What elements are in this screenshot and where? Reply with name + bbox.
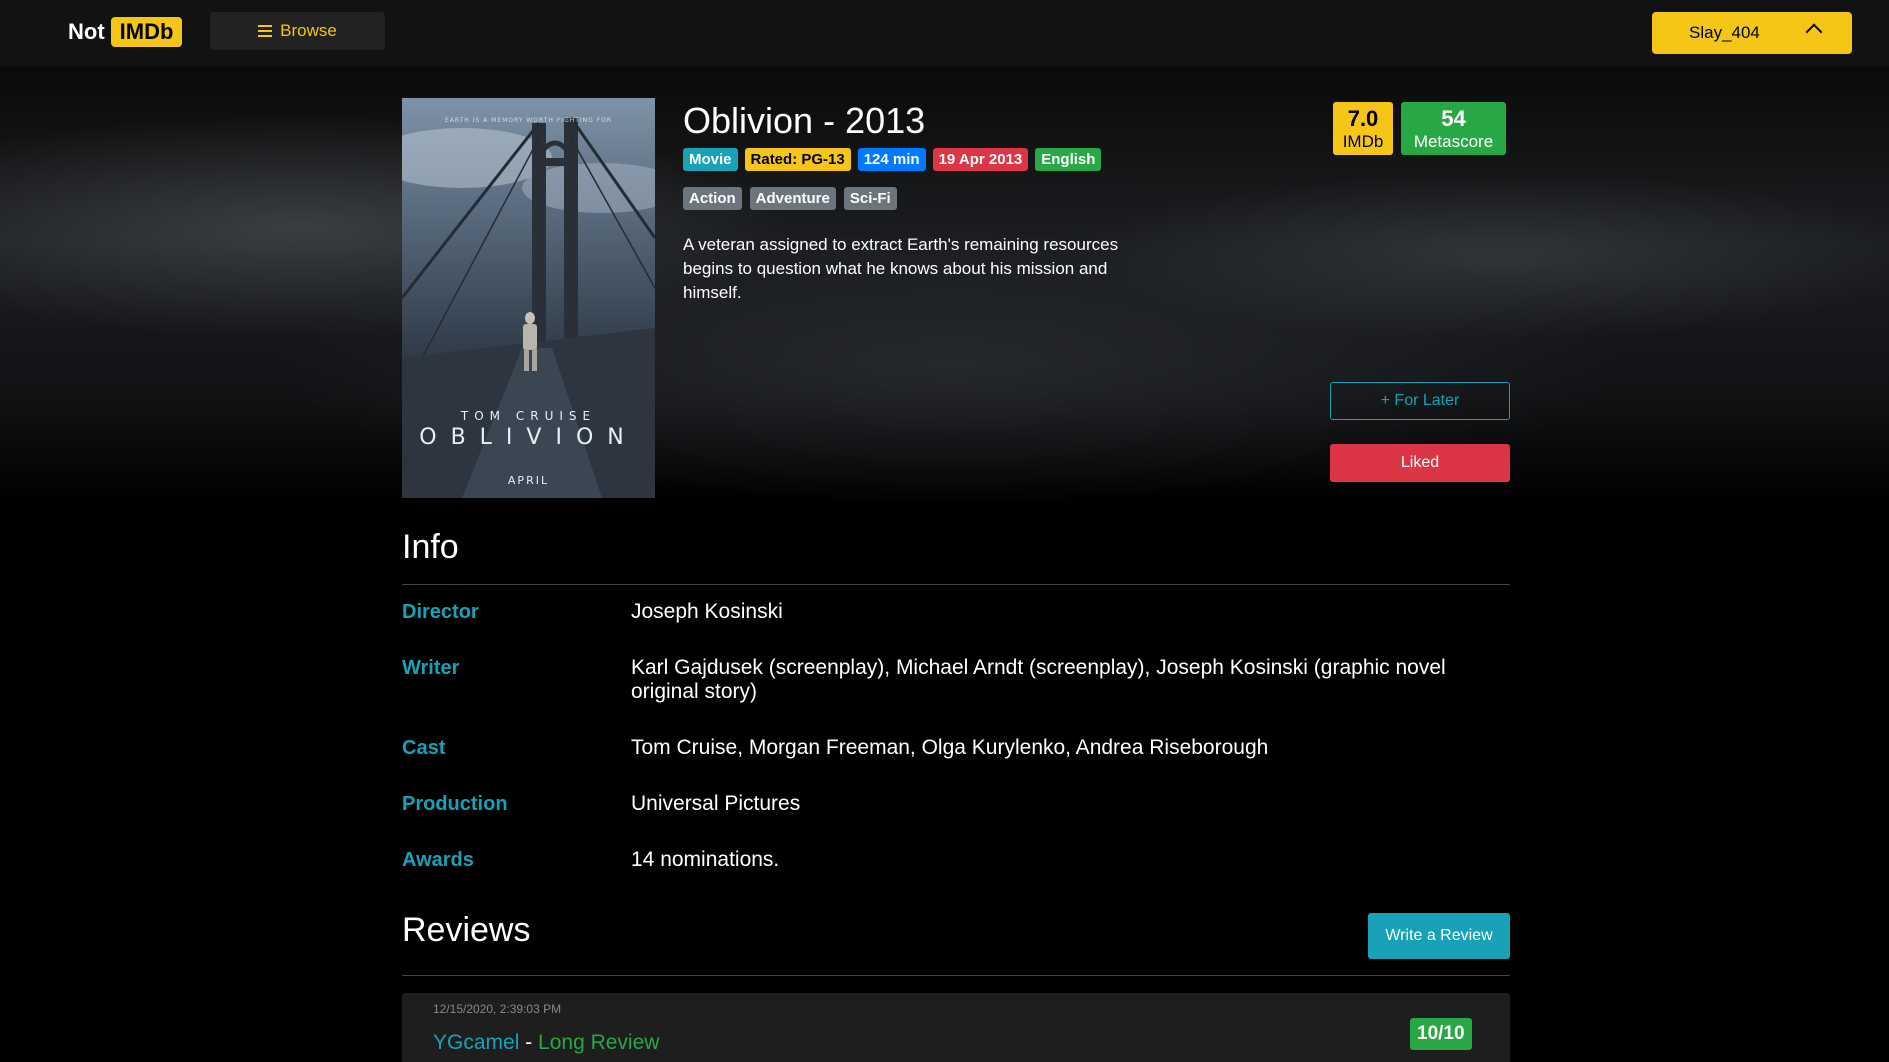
- info-value-awards: 14 nominations.: [631, 848, 780, 871]
- metascore-box: 54 Metascore: [1401, 102, 1506, 155]
- imdb-score-label: IMDb: [1342, 132, 1384, 151]
- info-label-writer: Writer: [402, 657, 460, 679]
- rated-badge: Rated: PG-13: [744, 148, 851, 171]
- runtime-badge: 124 min: [857, 148, 926, 171]
- review-type-link[interactable]: Long Review: [538, 1031, 659, 1054]
- info-heading: Info: [402, 528, 459, 566]
- genre-badge: Action: [683, 187, 742, 210]
- info-value-production: Universal Pictures: [631, 792, 801, 815]
- liked-button[interactable]: Liked: [1330, 444, 1510, 482]
- review-card[interactable]: 12/15/2020, 2:39:03 PM YGcamel - Long Re…: [402, 993, 1510, 1062]
- review-score-badge: 10/10: [1410, 1018, 1472, 1050]
- review-timestamp: 12/15/2020, 2:39:03 PM: [433, 1002, 562, 1016]
- metascore-value: 54: [1441, 106, 1466, 131]
- info-divider: [402, 584, 1510, 585]
- info-label-cast: Cast: [402, 737, 446, 759]
- info-label-awards: Awards: [402, 849, 474, 871]
- release-badge: 19 Apr 2013: [932, 148, 1029, 171]
- review-header: YGcamel - Long Review: [433, 1031, 659, 1055]
- genre-badges: Action Adventure Sci-Fi: [683, 187, 897, 210]
- poster-actor: TOM CRUISE: [460, 409, 597, 423]
- imdb-score-box: 7.0 IMDb: [1333, 102, 1393, 155]
- genre-badge: Adventure: [749, 187, 836, 210]
- poster-release: APRIL: [507, 474, 550, 487]
- browse-button[interactable]: Browse: [210, 12, 385, 50]
- imdb-score-value: 7.0: [1347, 106, 1379, 131]
- review-separator: -: [519, 1031, 539, 1054]
- language-badge: English: [1035, 148, 1102, 171]
- genre-badge: Sci-Fi: [843, 187, 897, 210]
- brand-imdb-text: IMDb: [110, 17, 183, 47]
- info-value-writer: Karl Gajdusek (screenplay), Michael Arnd…: [631, 656, 1446, 703]
- for-later-button[interactable]: + For Later: [1330, 382, 1510, 420]
- info-value-cast: Tom Cruise, Morgan Freeman, Olga Kurylen…: [631, 736, 1269, 759]
- movie-poster: EARTH IS A MEMORY WORTH FIGHTING FOR TOM…: [402, 98, 655, 498]
- reviews-heading: Reviews: [402, 911, 531, 949]
- top-navbar: Not IMDb Browse Slay_404: [0, 0, 1889, 66]
- info-label-production: Production: [402, 793, 508, 815]
- reviews-divider: [402, 975, 1510, 976]
- poster-tagline: EARTH IS A MEMORY WORTH FIGHTING FOR: [444, 117, 613, 124]
- info-label-director: Director: [402, 601, 479, 623]
- movie-title: Oblivion - 2013: [683, 100, 926, 141]
- poster-title: OBLIVION: [419, 425, 638, 450]
- user-menu-button[interactable]: Slay_404: [1652, 12, 1852, 54]
- chevron-up-icon: [1805, 23, 1823, 41]
- menu-icon: [258, 25, 273, 37]
- browse-label: Browse: [280, 21, 337, 40]
- movie-plot: A veteran assigned to extract Earth's re…: [683, 235, 1119, 302]
- username-label: Slay_404: [1689, 23, 1760, 42]
- movie-badges: Movie Rated: PG-13 124 min 19 Apr 2013 E…: [683, 148, 1102, 171]
- type-badge: Movie: [683, 148, 738, 171]
- metascore-label: Metascore: [1413, 132, 1494, 151]
- brand-logo[interactable]: Not IMDb: [68, 17, 183, 47]
- review-author-link[interactable]: YGcamel: [433, 1031, 519, 1054]
- brand-not-text: Not: [68, 19, 105, 44]
- write-review-button[interactable]: Write a Review: [1368, 913, 1510, 959]
- info-value-director: Joseph Kosinski: [631, 600, 783, 623]
